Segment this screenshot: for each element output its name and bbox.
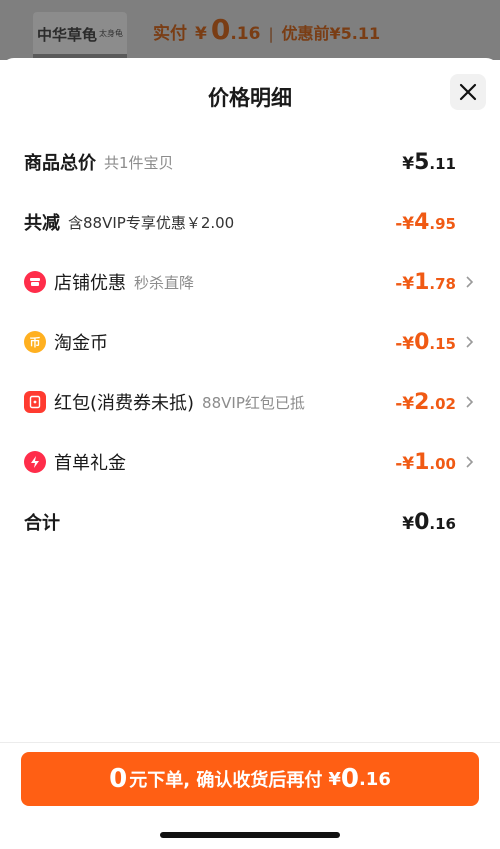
cta-dec: .16 [358,768,391,790]
cta-zero: 0 [109,764,128,794]
product-thumbnail: 中华草龟 太身龟 [33,12,127,60]
coin-dec: .15 [429,334,456,353]
sum-dec: .16 [429,514,456,533]
price-separator: | [268,25,274,43]
chevron-right-icon [466,336,474,348]
sum-label: 合计 [24,513,60,534]
reduce-int: 4 [414,209,430,235]
store-discount-label: 店铺优惠 [54,273,126,294]
thumbnail-text: 中华草龟 [37,26,98,44]
sum-prefix: ¥ [402,513,415,534]
total-int: 5 [414,149,430,175]
coin-int: 0 [414,329,430,355]
background-page: 中华草龟 太身龟 实付 ¥ 0 .16 | 优惠前¥5.11 [0,0,500,60]
row-store-discount[interactable]: 店铺优惠 秒杀直降 -¥ 1 .78 [24,266,476,298]
red-packet-amount: -¥ 2 .02 [395,390,456,415]
store-discount-type: 秒杀直降 [134,273,195,292]
sum-int: 0 [414,509,430,535]
row-sum: 合计 ¥ 0 .16 [24,506,476,538]
vip-discount-note: 含88VIP专享优惠￥2.00 [68,213,235,232]
reduce-prefix: -¥ [395,213,415,234]
cta-int: 0 [340,764,359,794]
row-coin-discount[interactable]: 币 淘金币 -¥ 0 .15 [24,326,476,358]
reduce-dec: .95 [429,214,456,233]
lightning-icon [24,451,46,473]
row-total-discount: 共减 含88VIP专享优惠￥2.00 -¥ 4 .95 [24,206,476,238]
total-price-amount: ¥ 5 .11 [402,150,456,175]
footer-divider [0,742,500,743]
gift-int: 1 [414,449,430,475]
gift-dec: .00 [429,454,456,473]
redpacket-dec: .02 [429,394,456,413]
original-price: 优惠前¥5.11 [281,24,381,43]
store-discount-amount: -¥ 1 .78 [395,270,456,295]
paid-int: 0 [210,13,231,46]
row-total-price: 商品总价 共1件宝贝 ¥ 5 .11 [24,146,476,178]
redpacket-int: 2 [414,389,430,415]
cta-text: 元下单, 确认收货后再付 [129,770,323,791]
sum-amount: ¥ 0 .16 [402,510,456,535]
row-first-order-gift[interactable]: 首单礼金 -¥ 1 .00 [24,446,476,478]
red-packet-icon [24,391,46,413]
red-packet-label: 红包(消费券未抵) [54,393,195,414]
store-icon [24,271,46,293]
store-prefix: -¥ [395,273,415,294]
red-packet-note: 88VIP红包已抵 [202,393,305,412]
row-red-packet[interactable]: 红包(消费券未抵) 88VIP红包已抵 -¥ 2 .02 [24,386,476,418]
first-order-gift-label: 首单礼金 [54,453,126,474]
paid-label: 实付 [153,24,187,44]
paid-dec: .16 [230,24,261,44]
total-prefix: ¥ [402,153,415,174]
thumbnail-subtext: 太身龟 [99,29,123,38]
total-discount-amount: -¥ 4 .95 [395,210,456,235]
total-count: 共1件宝贝 [104,153,174,172]
store-dec: .78 [429,274,456,293]
first-order-gift-amount: -¥ 1 .00 [395,450,456,475]
store-int: 1 [414,269,430,295]
home-indicator [160,832,340,838]
total-discount-label: 共减 [24,213,60,234]
cta-currency: ¥ [328,768,341,790]
total-dec: .11 [429,154,456,173]
paid-currency: ¥ [195,24,207,44]
total-price-label: 商品总价 [24,153,96,174]
sheet-title: 价格明细 [208,86,292,110]
chevron-right-icon [466,456,474,468]
coin-prefix: -¥ [395,333,415,354]
chevron-right-icon [466,396,474,408]
redpacket-prefix: -¥ [395,393,415,414]
close-button[interactable] [450,74,486,110]
gift-prefix: -¥ [395,453,415,474]
close-icon [459,83,477,101]
coin-discount-amount: -¥ 0 .15 [395,330,456,355]
place-order-button[interactable]: 0 元下单, 确认收货后再付 ¥ 0 .16 [21,752,479,806]
coin-icon: 币 [24,331,46,353]
chevron-right-icon [466,276,474,288]
paid-price: 实付 ¥ 0 .16 | 优惠前¥5.11 [153,13,380,46]
price-detail-sheet: 价格明细 商品总价 共1件宝贝 ¥ 5 .11 共减 含88VIP专享优惠￥2.… [0,58,500,849]
coin-discount-label: 淘金币 [54,333,108,354]
